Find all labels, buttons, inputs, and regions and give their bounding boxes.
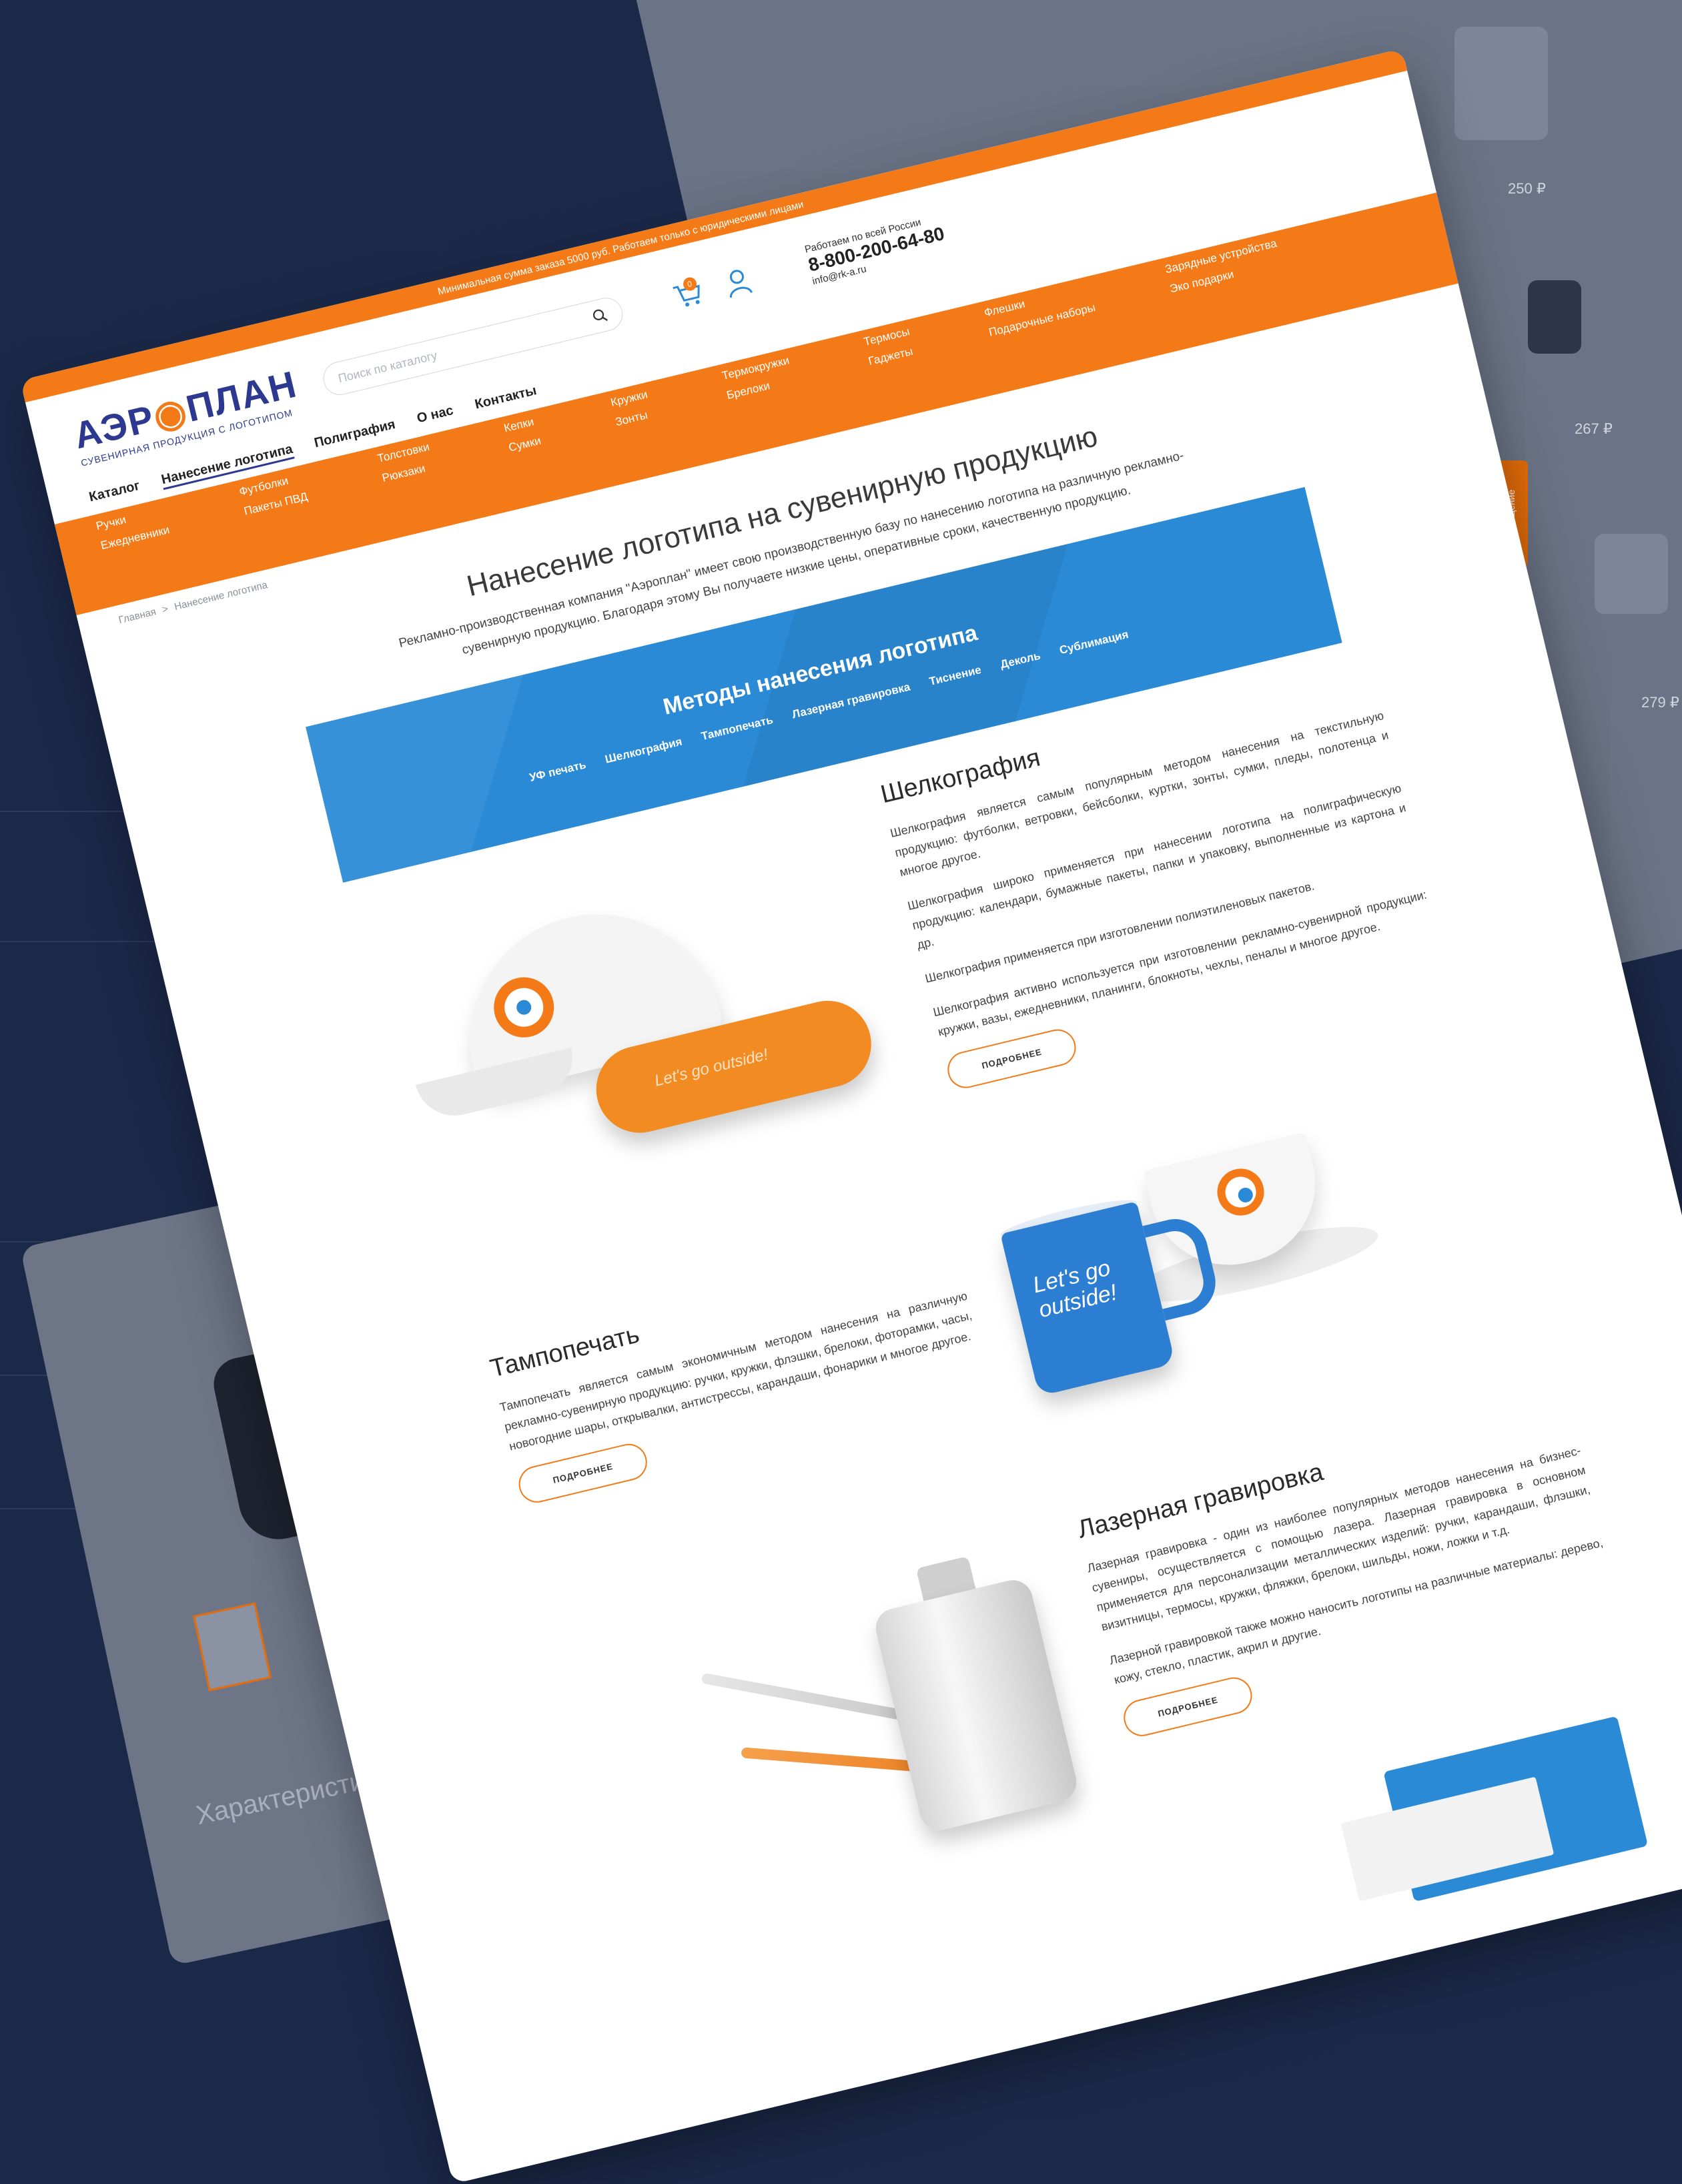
method-link-laser[interactable]: Лазерная гравировка	[791, 680, 911, 721]
method-link-sublimation[interactable]: Сублимация	[1058, 628, 1130, 657]
method-link-uv[interactable]: УФ печать	[528, 758, 587, 785]
cart-icon[interactable]: 0	[671, 276, 706, 312]
search-icon[interactable]	[591, 307, 609, 325]
flask-image	[871, 1575, 1081, 1834]
search-input[interactable]: Поиск по каталогу	[337, 348, 439, 386]
contact-block: Работаем по всей России 8-800-200-64-80 …	[803, 212, 949, 288]
method-link-pad[interactable]: Тампопечать	[700, 713, 775, 743]
breadcrumb-home[interactable]: Главная	[117, 606, 157, 626]
breadcrumb-separator: >	[161, 603, 169, 616]
background-price: 250 ₽	[1508, 180, 1546, 197]
background-price: 267 ₽	[1575, 420, 1613, 437]
background-product-tshirt	[1454, 27, 1548, 140]
background-product-hoodie	[1595, 534, 1668, 614]
method-link-decal[interactable]: Деколь	[999, 649, 1041, 671]
background-product-top	[1528, 280, 1581, 354]
method-link-silk[interactable]: Шелкография	[604, 735, 684, 766]
method-link-embossing[interactable]: Тиснение	[928, 663, 983, 689]
user-icon[interactable]	[723, 266, 754, 300]
background-price: 279 ₽	[1641, 694, 1679, 711]
